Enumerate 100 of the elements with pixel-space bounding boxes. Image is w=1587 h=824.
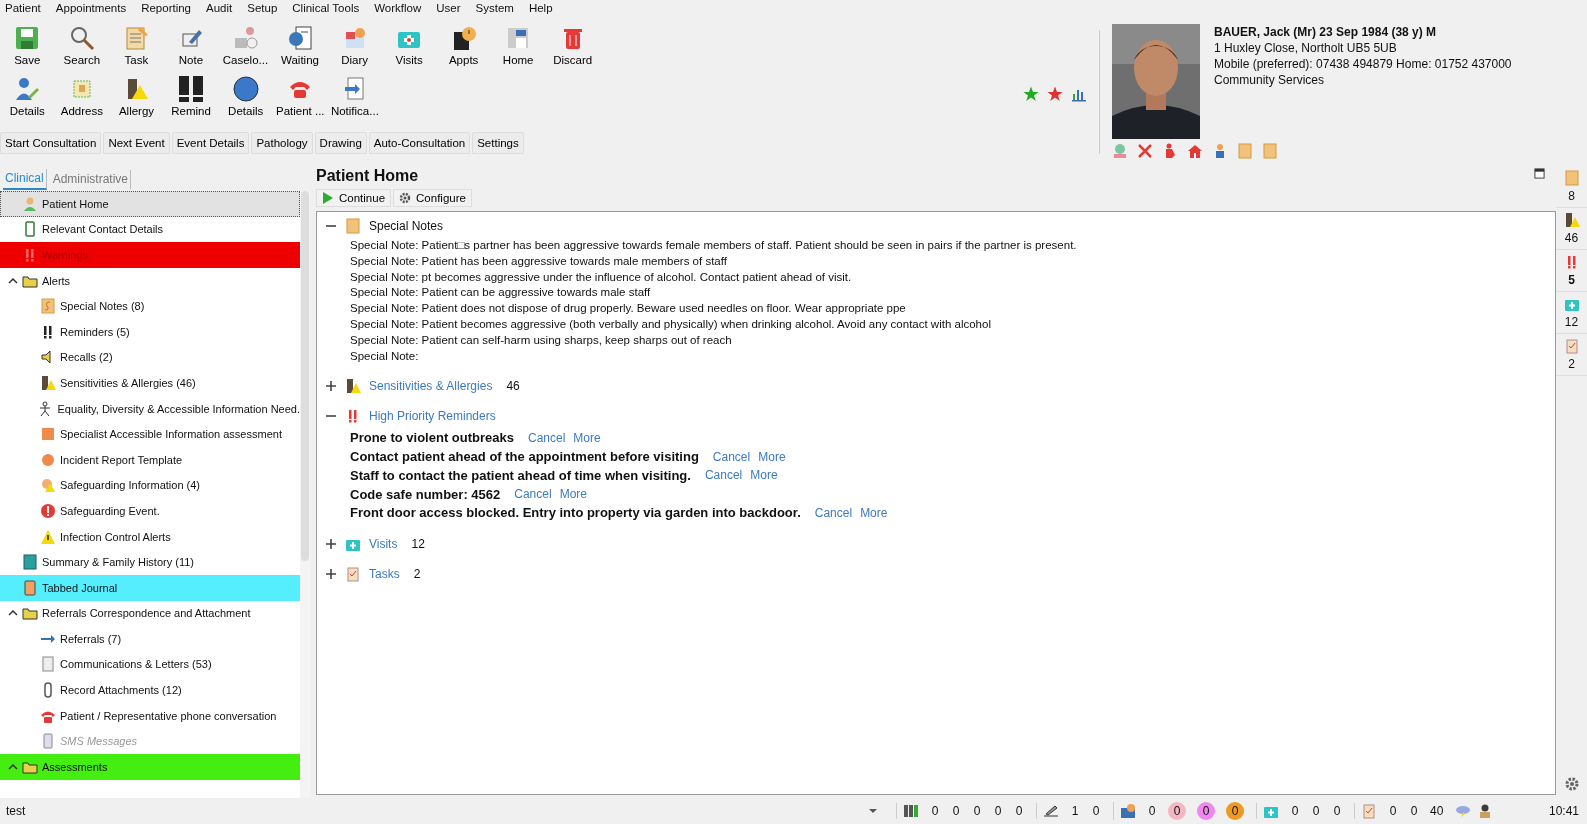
action-tab[interactable]: Next Event [103, 132, 170, 154]
phone-outline-icon [22, 221, 38, 238]
reminder-link[interactable]: More [573, 430, 601, 445]
toolbar-button[interactable]: Diary [327, 20, 382, 71]
menu-item[interactable]: Audit [206, 2, 233, 18]
action-tab[interactable]: Settings [472, 132, 524, 154]
special-note: Special Note: Patient can be aggressive towards male staff [350, 285, 652, 301]
star-icon[interactable] [1047, 86, 1063, 102]
status-count: 0 [972, 804, 982, 818]
patient-detail: Mobile (preferred): 07438 494879 Home: 01752 437000 [1214, 56, 1512, 72]
reminder-link[interactable]: Cancel [704, 468, 743, 483]
tree-item[interactable]: Recalls (2) [0, 344, 300, 371]
tree-item[interactable]: Safeguarding Event. [0, 498, 300, 524]
reminder-link[interactable]: More [758, 449, 786, 464]
tree-item[interactable]: Record Attachments (12) [0, 677, 300, 703]
action-tab[interactable]: Auto-Consultation [368, 132, 471, 154]
tree-item[interactable]: Reminders (5) [0, 318, 300, 345]
tree-item[interactable]: Infection Control Alerts [0, 523, 300, 550]
toolbar-button[interactable]: Allergy [109, 71, 164, 122]
section-link[interactable]: Tasks [369, 567, 400, 582]
section-link[interactable]: High Priority Reminders [369, 409, 496, 424]
toolbar-button[interactable]: Visits [381, 20, 437, 71]
toggle-icon[interactable] [325, 568, 337, 581]
tree-item[interactable]: Safeguarding Information (4) [0, 472, 300, 499]
toolbar-button[interactable]: Patient ... [272, 71, 328, 122]
crossed-tools-icon[interactable] [1137, 143, 1153, 159]
toolbar-button[interactable]: Details [218, 71, 273, 122]
reminder-link[interactable]: Cancel [814, 505, 853, 520]
tree-item[interactable]: Communications & Letters (53) [0, 651, 300, 678]
reminder-link[interactable]: More [860, 505, 888, 520]
toolbar-button[interactable]: Remind [163, 71, 219, 122]
tree-item[interactable]: Referrals Correspondence and Attachment [0, 600, 300, 627]
toggle-icon[interactable] [325, 380, 337, 393]
caret-icon[interactable] [8, 275, 18, 286]
menu-item[interactable]: Reporting [141, 2, 191, 18]
scrollbar-thumb[interactable] [301, 191, 309, 561]
menu-item[interactable]: System [475, 2, 514, 18]
action-tab[interactable]: Start Consultation [0, 132, 102, 154]
tree-item[interactable]: Summary & Family History (11) [0, 549, 300, 575]
toggle-icon[interactable] [325, 538, 337, 551]
toolbar-button[interactable]: Save [0, 20, 55, 71]
tree-item[interactable]: Specialist Accessible Information assessment [0, 421, 300, 447]
menu-item[interactable]: Workflow [374, 2, 422, 18]
clipboard-icon[interactable] [1361, 803, 1377, 819]
tree-item[interactable]: Incident Report Template [0, 446, 300, 473]
reminder-link[interactable]: Cancel [514, 487, 552, 502]
action-tab[interactable]: Pathology [251, 132, 313, 154]
reminder-link[interactable]: Cancel [528, 430, 566, 445]
reminder-link[interactable]: More [750, 468, 778, 483]
toolbar-button[interactable]: Address [54, 71, 110, 122]
action-tab[interactable]: Drawing [314, 132, 367, 154]
status-count: 0 [1014, 804, 1024, 818]
toolbar-button[interactable]: Note [163, 20, 219, 71]
toolbar-button[interactable]: Continue [316, 189, 392, 207]
menu-item[interactable]: Appointments [55, 2, 127, 18]
sidebar-tab[interactable]: Administrative [50, 169, 132, 189]
tree-item[interactable]: Alerts [0, 267, 300, 294]
toolbar-button[interactable]: Home [490, 20, 546, 71]
toolbar-button[interactable]: Appts [436, 20, 491, 71]
tree-item[interactable]: Special Notes (8) [0, 293, 300, 319]
tree-item[interactable]: Patient Home [0, 191, 300, 217]
house-icon[interactable] [1187, 143, 1203, 159]
maximize-icon[interactable] [1534, 168, 1545, 179]
menu-item[interactable]: Patient [5, 2, 41, 18]
tree-item[interactable]: Equality, Diversity & Accessible Information Need. [0, 395, 300, 422]
section-link[interactable]: Visits [369, 537, 398, 552]
tree-item[interactable]: Sensitivities & Allergies (46) [0, 370, 300, 396]
tree-item[interactable]: Patient / Representative phone conversation [0, 702, 300, 729]
toolbar-button[interactable]: Configure [393, 189, 472, 207]
star-icon[interactable] [1023, 86, 1039, 102]
menu-item[interactable]: Help [528, 2, 553, 18]
tree-item[interactable]: Assessments [0, 754, 300, 780]
tree-item[interactable]: Referrals (7) [0, 626, 300, 652]
bars-icon[interactable] [903, 803, 919, 819]
tree-item[interactable]: Tabbed Journal [0, 574, 300, 601]
menu-item[interactable]: Setup [247, 2, 278, 18]
menu-item[interactable]: User [436, 2, 461, 18]
caret-icon[interactable] [8, 761, 18, 772]
journal-icon [22, 579, 38, 596]
toolbar-button[interactable]: Search [54, 20, 110, 71]
toolbar-button[interactable]: Waiting [272, 20, 328, 71]
menu-item[interactable]: Clinical Tools [292, 2, 360, 18]
allergy-warning-icon[interactable] [1563, 212, 1580, 228]
toolbar-button[interactable]: Discard [545, 20, 600, 71]
status-count: 0 [930, 804, 940, 818]
pen-icon[interactable] [1043, 803, 1059, 819]
action-tab[interactable]: Event Details [171, 132, 250, 154]
toolbar-button[interactable]: Notifica... [327, 71, 383, 122]
clipboard-icon[interactable] [1563, 338, 1580, 354]
reminder-link[interactable]: Cancel [712, 449, 751, 464]
tree-item[interactable]: Relevant Contact Details [0, 216, 300, 243]
toolbar-button[interactable]: Task [109, 20, 164, 71]
settings-icon[interactable] [1563, 776, 1580, 792]
reminder-link[interactable]: More [559, 487, 587, 502]
alert-icon [40, 502, 56, 519]
dropdown-caret-icon[interactable] [868, 808, 878, 814]
calendar-icon[interactable] [1120, 803, 1136, 819]
toolbar-button[interactable]: Caselo... [218, 20, 273, 71]
toolbar-button[interactable]: Details [0, 71, 55, 122]
section-link[interactable]: Sensitivities & Allergies [369, 379, 493, 394]
